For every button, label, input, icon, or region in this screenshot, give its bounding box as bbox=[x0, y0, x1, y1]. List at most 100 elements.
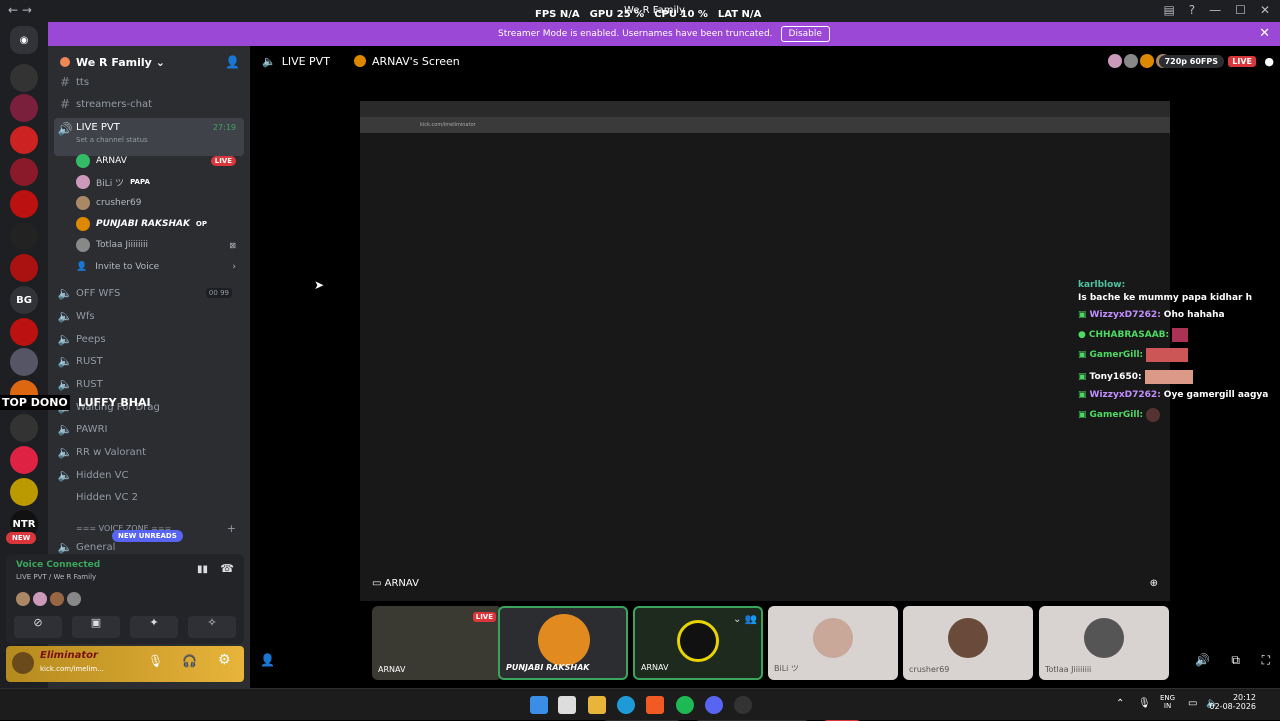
server-icon[interactable] bbox=[10, 318, 38, 346]
lat-value: N/A bbox=[741, 9, 762, 20]
store-icon[interactable] bbox=[558, 696, 576, 714]
channel-pawri[interactable]: 🔈 PAWRI bbox=[54, 419, 244, 439]
tile-name: BiLi ツ bbox=[774, 664, 799, 673]
channel-rust[interactable]: 🔈 RUST bbox=[54, 351, 244, 371]
speaker-icon: 🔈 bbox=[57, 354, 73, 368]
new-unreads-pill[interactable]: NEW UNREADS bbox=[112, 530, 183, 542]
fullscreen-icon[interactable]: ⛶ bbox=[1262, 653, 1270, 668]
headphones-icon[interactable]: 🎧 bbox=[182, 654, 197, 668]
microphone-icon[interactable]: 🎙 bbox=[1138, 698, 1151, 709]
server-icon[interactable] bbox=[10, 158, 38, 186]
edge-icon[interactable] bbox=[617, 696, 635, 714]
server-icon[interactable] bbox=[10, 190, 38, 218]
server-icon[interactable] bbox=[10, 446, 38, 474]
brave-icon[interactable] bbox=[646, 696, 664, 714]
spotify-icon[interactable] bbox=[676, 696, 694, 714]
channel-hidden-vc[interactable]: 🔈 Hidden VC bbox=[54, 465, 244, 485]
discord-icon[interactable] bbox=[705, 696, 723, 714]
soundboard-icon[interactable]: ✧ bbox=[188, 616, 236, 638]
channel-hidden-vc-2[interactable]: Hidden VC 2 bbox=[54, 487, 244, 507]
avatar[interactable] bbox=[12, 652, 34, 674]
channel-off-wfs[interactable]: 🔈 OFF WFS 00 99 bbox=[54, 283, 244, 303]
volume-icon[interactable]: 🔊 bbox=[1195, 653, 1210, 667]
channel-peeps[interactable]: 🔈 Peeps bbox=[54, 329, 244, 349]
close-window-button[interactable]: ✕ bbox=[1260, 3, 1270, 17]
network-icon[interactable]: ▭ bbox=[1188, 698, 1197, 709]
channel-tts[interactable]: # tts bbox=[54, 72, 244, 92]
inbox-icon[interactable]: ▤ bbox=[1163, 3, 1174, 17]
server-icon[interactable] bbox=[10, 348, 38, 376]
participant-tile[interactable]: LIVE ARNAV bbox=[372, 606, 502, 680]
tile-options-icon[interactable]: ⌄ 👥 bbox=[733, 614, 757, 625]
activity-icon[interactable]: ● bbox=[1264, 55, 1274, 68]
zoom-icon[interactable]: ⊕ bbox=[1150, 578, 1158, 589]
gpu-label: GPU bbox=[589, 9, 614, 20]
shared-screen[interactable]: kick.com/imeliminator ▭ ARNAV ⊕ bbox=[360, 101, 1170, 601]
tile-name: ARNAV bbox=[378, 665, 406, 674]
avatar bbox=[1140, 54, 1154, 68]
participant-tile[interactable]: Totlaa Jiiiiiiii bbox=[1039, 606, 1169, 680]
server-icon[interactable] bbox=[10, 222, 38, 250]
add-user-icon[interactable]: 👤 bbox=[225, 55, 240, 69]
participant-tile[interactable]: crusher69 bbox=[903, 606, 1033, 680]
avatar bbox=[76, 154, 90, 168]
popout-icon[interactable]: ⧉ bbox=[1231, 653, 1240, 668]
chat-user: GamerGill: bbox=[1089, 350, 1144, 360]
channel-rust-2[interactable]: 🔈 RUST bbox=[54, 374, 244, 394]
language-indicator[interactable]: ENG IN bbox=[1160, 694, 1175, 710]
channel-status[interactable]: Set a channel status bbox=[76, 136, 148, 144]
invite-to-voice[interactable]: 👤 Invite to Voice › bbox=[76, 258, 246, 276]
voice-user[interactable]: PUNJABI RAKSHAK OP bbox=[76, 215, 246, 233]
server-icon[interactable] bbox=[10, 64, 38, 92]
file-explorer-icon[interactable] bbox=[588, 696, 606, 714]
voice-channel-path[interactable]: LIVE PVT / We R Family bbox=[16, 573, 96, 581]
channel-live-pvt[interactable]: 🔊 LIVE PVT Set a channel status 27:19 bbox=[54, 118, 244, 156]
server-icon[interactable] bbox=[10, 414, 38, 442]
voice-user[interactable]: ARNAV LIVE bbox=[76, 152, 246, 170]
activities-icon[interactable]: ✦ bbox=[130, 616, 178, 638]
discord-home-icon[interactable]: ◉ bbox=[10, 26, 38, 54]
clock[interactable]: 20:12 02-08-2026 bbox=[1210, 693, 1257, 711]
avatar bbox=[76, 196, 90, 210]
invite-icon[interactable]: 👤 bbox=[260, 653, 275, 667]
add-channel-icon[interactable]: + bbox=[227, 522, 236, 535]
channel-streamers-chat[interactable]: # streamers-chat bbox=[54, 94, 244, 114]
minimize-button[interactable]: — bbox=[1209, 3, 1221, 17]
server-icon[interactable] bbox=[10, 478, 38, 506]
close-icon[interactable]: ✕ bbox=[1259, 26, 1270, 41]
speaker-icon: 🔈 bbox=[57, 377, 73, 391]
participant-tile[interactable]: BiLi ツ bbox=[768, 606, 898, 680]
server-icon[interactable] bbox=[10, 126, 38, 154]
tray-chevron-icon[interactable]: ⌃ bbox=[1116, 698, 1124, 709]
back-forward-nav[interactable]: ← → bbox=[8, 3, 32, 17]
badge-icon: ▣ bbox=[1078, 310, 1087, 320]
chat-text: Is bache ke mummy papa kidhar h bbox=[1078, 293, 1252, 303]
server-icon[interactable] bbox=[10, 94, 38, 122]
camera-off-icon[interactable]: ⊘ bbox=[14, 616, 62, 638]
participant-tile[interactable]: ⌄ 👥 ARNAV bbox=[633, 606, 763, 680]
language-code: ENG bbox=[1160, 694, 1176, 702]
server-icon[interactable] bbox=[10, 254, 38, 282]
microphone-icon[interactable]: 🎙 bbox=[148, 654, 163, 668]
maximize-button[interactable]: ☐ bbox=[1235, 3, 1246, 17]
channel-rr-valorant[interactable]: 🔈 RR w Valorant bbox=[54, 442, 244, 462]
share-screen-icon[interactable]: ▣ bbox=[72, 616, 120, 638]
presenter-label: ▭ ARNAV bbox=[372, 578, 419, 589]
disable-streamer-mode-button[interactable]: Disable bbox=[780, 26, 830, 42]
speaker-icon: 🔈 bbox=[57, 540, 73, 554]
voice-user[interactable]: Totlaa Jiiiiiiii ⊠ bbox=[76, 236, 246, 254]
gear-icon[interactable]: ⚙ bbox=[218, 652, 231, 668]
signal-icon[interactable]: ▮▮ bbox=[197, 564, 208, 575]
voice-user[interactable]: BiLi ツ PAPA bbox=[76, 173, 246, 191]
channel-wfs[interactable]: 🔈 Wfs bbox=[54, 306, 244, 326]
windows-start-icon[interactable] bbox=[530, 696, 548, 714]
obs-icon[interactable] bbox=[734, 696, 752, 714]
channel-label: OFF WFS bbox=[76, 287, 121, 299]
disconnect-icon[interactable]: ☎ bbox=[220, 562, 234, 575]
server-bg[interactable]: BG bbox=[10, 286, 38, 314]
gpu-value: 25 % bbox=[616, 9, 645, 20]
lat-label: LAT bbox=[717, 9, 739, 20]
help-icon[interactable]: ? bbox=[1189, 3, 1195, 17]
voice-user[interactable]: crusher69 bbox=[76, 194, 246, 212]
participant-tile[interactable]: PUNJABI RAKSHAK bbox=[498, 606, 628, 680]
